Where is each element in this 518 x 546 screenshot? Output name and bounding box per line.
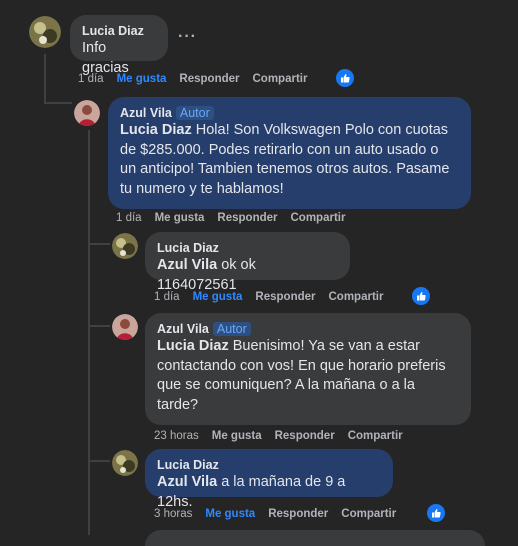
comment-time[interactable]: 1 día — [78, 73, 104, 85]
thread-line — [88, 243, 110, 245]
share-button[interactable]: Compartir — [341, 508, 396, 520]
like-reaction-icon[interactable] — [410, 285, 432, 307]
like-reaction-icon[interactable] — [334, 67, 356, 89]
comment-actions: 1 día Me gusta Responder Compartir — [154, 291, 396, 303]
avatar-azul[interactable] — [112, 314, 138, 340]
avatar-azul[interactable] — [74, 100, 100, 126]
comment-actions: 1 día Me gusta Responder Compartir — [78, 73, 320, 85]
comment-bubble: Azul Vila Autor Lucia Diaz Hola! Son Volk… — [108, 97, 471, 209]
comment-bubble-partial — [145, 530, 485, 546]
thread-line — [44, 102, 72, 104]
like-button[interactable]: Me gusta — [155, 212, 205, 224]
share-button[interactable]: Compartir — [253, 73, 308, 85]
avatar-lucia[interactable] — [29, 16, 61, 48]
share-button[interactable]: Compartir — [291, 212, 346, 224]
thread-line — [88, 325, 110, 327]
thread-line — [44, 54, 46, 104]
comment-text: Lucia Diaz Hola! Son Volkswagen Polo con… — [120, 122, 450, 197]
comment-author[interactable]: Lucia Diaz — [82, 23, 156, 39]
comment-author[interactable]: Azul Vila — [157, 322, 209, 336]
author-badge: Autor — [212, 322, 251, 336]
comment-actions: 3 horas Me gusta Responder Compartir — [154, 508, 409, 520]
avatar-lucia[interactable] — [112, 450, 138, 476]
like-button[interactable]: Me gusta — [205, 508, 255, 520]
avatar-lucia[interactable] — [112, 233, 138, 259]
comment-bubble: Azul Vila Autor Lucia Diaz Buenisimo! Ya … — [145, 313, 471, 425]
reply-button[interactable]: Responder — [268, 508, 328, 520]
like-button[interactable]: Me gusta — [212, 430, 262, 442]
mention-tag[interactable]: Lucia Diaz — [120, 122, 192, 138]
comment-time[interactable]: 23 horas — [154, 430, 199, 442]
like-button[interactable]: Me gusta — [117, 73, 167, 85]
reply-button[interactable]: Responder — [255, 291, 315, 303]
thread-line — [88, 130, 90, 535]
reply-button[interactable]: Responder — [275, 430, 335, 442]
like-button[interactable]: Me gusta — [193, 291, 243, 303]
comment-time[interactable]: 3 horas — [154, 508, 192, 520]
like-reaction-icon[interactable] — [425, 502, 447, 524]
comment-time[interactable]: 1 día — [116, 212, 142, 224]
share-button[interactable]: Compartir — [348, 430, 403, 442]
comment-text: Lucia Diaz Buenisimo! Ya se van a estar … — [157, 338, 446, 413]
comment-text: Azul Vila a la mañana de 9 a 12hs. — [157, 474, 346, 510]
reply-button[interactable]: Responder — [217, 212, 277, 224]
comment-author[interactable]: Lucia Diaz — [157, 240, 338, 256]
comment-bubble: Lucia Diaz Azul Vila a la mañana de 9 a … — [145, 449, 393, 510]
comment-actions: 1 día Me gusta Responder Compartir — [116, 212, 358, 224]
mention-tag[interactable]: Azul Vila — [157, 474, 217, 490]
reply-button[interactable]: Responder — [179, 73, 239, 85]
comment-bubble: Lucia Diaz Info gracias — [70, 15, 168, 76]
more-options-icon[interactable]: ··· — [178, 28, 197, 46]
author-badge: Autor — [175, 106, 214, 120]
comment-time[interactable]: 1 día — [154, 291, 180, 303]
comment-actions: 23 horas Me gusta Responder Compartir — [154, 430, 416, 442]
comment-text: Azul Vila ok ok 1164072561 — [157, 257, 256, 293]
comment-bubble: Lucia Diaz Azul Vila ok ok 1164072561 — [145, 232, 350, 293]
comment-author[interactable]: Lucia Diaz — [157, 457, 381, 473]
mention-tag[interactable]: Lucia Diaz — [157, 338, 229, 354]
mention-tag[interactable]: Azul Vila — [157, 257, 217, 273]
comment-author[interactable]: Azul Vila — [120, 106, 172, 120]
share-button[interactable]: Compartir — [329, 291, 384, 303]
thread-line — [88, 460, 110, 462]
